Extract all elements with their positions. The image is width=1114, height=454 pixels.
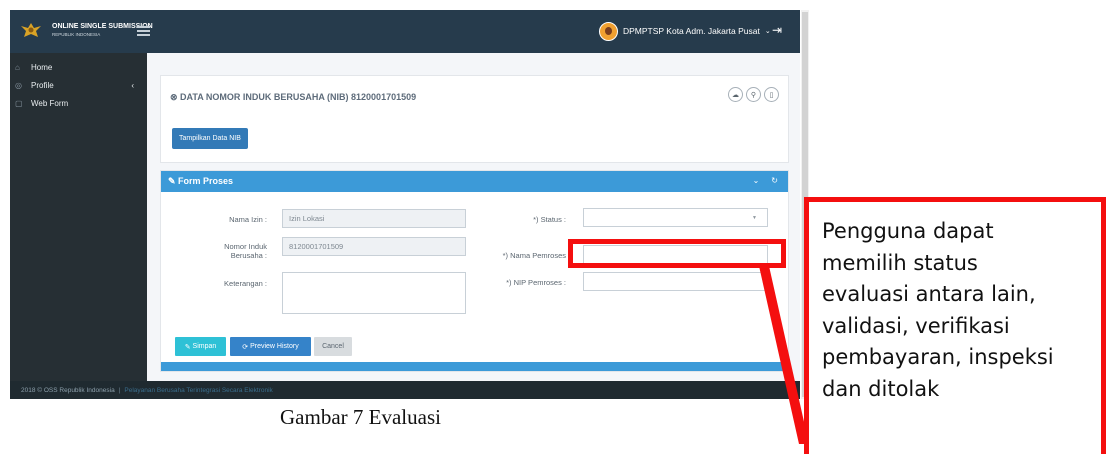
profile-icon: ◎	[15, 80, 22, 90]
status-label: *) Status :	[533, 215, 566, 224]
nomor-induk-label: Nomor Induk Berusaha :	[224, 242, 267, 260]
home-icon: ⌂	[15, 62, 20, 72]
footer: 2018 © OSS Republik Indonesia | Pelayana…	[10, 381, 800, 399]
callout-line: Pengguna dapat	[822, 219, 994, 243]
panel-tools: ⌄ ↻	[753, 176, 778, 185]
pencil-icon: ✎	[184, 343, 193, 351]
annotation-callout: Pengguna dapat memilih status evaluasi a…	[804, 197, 1106, 454]
nib-card: ⊗ DATA NOMOR INDUK BERUSAHA (NIB) 812000…	[160, 75, 789, 163]
app-window: ONLINE SINGLE SUBMISSION REPUBLIK INDONE…	[10, 10, 800, 399]
status-select[interactable]: ▼	[583, 208, 768, 227]
panel-header: ✎ Form Proses ⌄ ↻	[161, 171, 788, 192]
sidebar-item-profile[interactable]: ◎ Profile ‹	[10, 76, 147, 94]
collapse-icon[interactable]: ⌄	[753, 176, 760, 185]
sidebar-item-web-form[interactable]: ▢ Web Form	[10, 94, 147, 112]
cloud-download-icon[interactable]: ☁	[728, 87, 743, 102]
sidebar: ⌂ Home ◎ Profile ‹ ▢ Web Form	[10, 53, 147, 399]
callout-line: memilih status	[822, 250, 978, 275]
sidebar-item-label: Home	[31, 62, 53, 72]
trash-icon[interactable]: ▯	[764, 87, 779, 102]
refresh-icon[interactable]: ↻	[771, 176, 778, 185]
user-menu[interactable]: DPMPTSP Kota Adm. Jakarta Pusat ⌄	[599, 21, 771, 41]
chevron-down-icon: ⌄	[764, 28, 771, 35]
callout-line: dan ditolak	[822, 376, 940, 401]
document-icon: ▢	[15, 98, 23, 108]
link-icon[interactable]: ⚲	[746, 87, 761, 102]
nib-icon: ⊗	[170, 92, 181, 102]
footer-tagline[interactable]: Pelayanan Berusaha Terintegrasi Secara E…	[124, 387, 272, 394]
keterangan-label: Keterangan :	[224, 279, 267, 288]
panel-title: ✎ Form Proses	[168, 176, 234, 186]
avatar	[599, 21, 618, 41]
nib-title: ⊗ DATA NOMOR INDUK BERUSAHA (NIB) 812000…	[170, 92, 417, 102]
sidebar-item-home[interactable]: ⌂ Home	[10, 58, 147, 76]
keterangan-textarea[interactable]	[282, 272, 466, 314]
nama-izin-field: Izin Lokasi	[282, 209, 466, 228]
highlight-box	[568, 239, 786, 268]
nip-pemroses-label: *) NIP Pemroses :	[506, 278, 566, 287]
save-button[interactable]: ✎ Simpan	[175, 337, 226, 356]
sidebar-item-label: Web Form	[31, 98, 69, 108]
nama-izin-label: Nama Izin :	[229, 215, 267, 224]
user-name: DPMPTSP Kota Adm. Jakarta Pusat	[623, 26, 760, 36]
footer-copyright: 2018 © OSS Republik Indonesia	[21, 386, 115, 394]
nama-pemroses-label: *) Nama Pemroses	[502, 251, 566, 260]
nomor-induk-field: 8120001701509	[282, 237, 466, 256]
figure-caption: Gambar 7 Evaluasi	[280, 405, 441, 429]
history-icon: ⟳	[242, 343, 251, 351]
preview-history-button[interactable]: ⟳ Preview History	[230, 337, 311, 356]
show-nib-button[interactable]: Tampilkan Data NIB	[172, 128, 248, 149]
card-actions: ☁ ⚲ ▯	[728, 87, 779, 102]
edit-icon: ✎	[168, 176, 179, 186]
sidebar-item-label: Profile	[31, 80, 54, 90]
callout-line: validasi, verifikasi	[822, 313, 1010, 338]
top-navbar: ONLINE SINGLE SUBMISSION REPUBLIK INDONE…	[10, 10, 800, 53]
panel-footer-bar	[161, 362, 788, 371]
callout-line: evaluasi antara lain,	[822, 282, 1036, 306]
logout-icon[interactable]: ⇥	[772, 23, 782, 37]
footer-separator: |	[118, 386, 121, 394]
garuda-logo-icon	[21, 23, 41, 37]
chevron-left-icon: ‹	[131, 80, 134, 90]
caret-down-icon: ▼	[752, 215, 757, 221]
callout-line: pembayaran, inspeksi	[822, 345, 1054, 369]
cancel-button[interactable]: Cancel	[314, 337, 352, 356]
menu-toggle-icon[interactable]	[137, 26, 150, 36]
nip-pemroses-input[interactable]	[583, 272, 768, 291]
form-proses-panel: ✎ Form Proses ⌄ ↻ Nama Izin : Izin Lokas…	[160, 170, 789, 372]
